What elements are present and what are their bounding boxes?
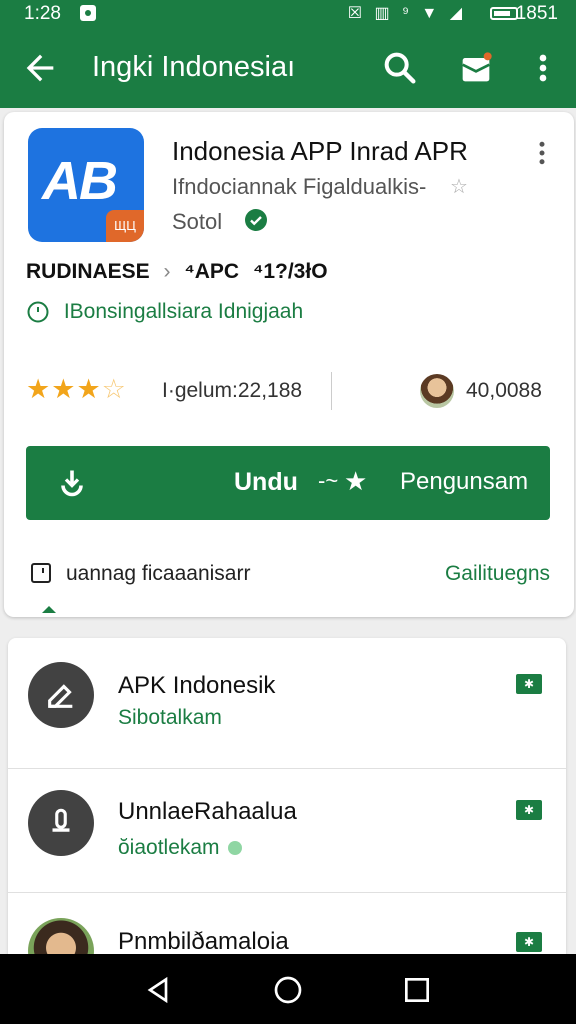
- search-icon[interactable]: [380, 48, 420, 88]
- inbox-icon[interactable]: [456, 48, 496, 88]
- navigation-bar: [0, 954, 576, 1024]
- download-count: 40,0088: [466, 379, 542, 402]
- breadcrumb-item[interactable]: RUDINAESE: [26, 260, 150, 283]
- recents-square-icon[interactable]: [401, 974, 433, 1006]
- status-icons: ☒ ▥ ⁹ ▼ ◢: [347, 5, 466, 22]
- list-item-subtitle: Sibotalkam: [118, 706, 222, 729]
- list-item-icon: [28, 790, 94, 856]
- page-title: Ingki Indonesiaı: [92, 51, 296, 83]
- developer-name[interactable]: Sotol: [172, 209, 222, 235]
- install-secondary-label: Pengunsam: [400, 468, 529, 495]
- list-item[interactable]: APK Indonesik Sibotalkam ✱: [8, 638, 566, 769]
- battery-icon: [490, 7, 518, 20]
- breadcrumb-item[interactable]: ⁴1?/3łO: [253, 260, 328, 283]
- star-outline-icon[interactable]: ☆: [450, 174, 468, 199]
- status-time: 1:28: [24, 3, 61, 24]
- download-icon: [61, 470, 83, 497]
- star-filled-icon: ★: [26, 374, 52, 404]
- star-filled-icon: ★: [344, 466, 368, 496]
- battery-percentage: 1851: [515, 3, 558, 24]
- calendar-icon: [31, 563, 51, 583]
- notification-icon: [80, 5, 96, 21]
- list-item-title: APK Indonesik: [118, 672, 276, 699]
- app-subtitle: Ifndociannak Figaldualkis-: [172, 174, 427, 199]
- status-bar: 1:28 ☒ ▥ ⁹ ▼ ◢ 1851: [0, 0, 576, 28]
- avatar: [420, 374, 454, 408]
- install-label: Undu: [234, 468, 298, 496]
- app-title: Indonesia APP Inrad APR: [172, 136, 468, 166]
- list-item-title: UnnlaeRahaalua: [118, 798, 297, 825]
- app-more-icon[interactable]: [532, 138, 552, 168]
- star-empty-icon: ☆: [101, 374, 127, 404]
- details-text: uannag ficaaanisarr: [66, 562, 251, 585]
- app-bar: Ingki Indonesiaı: [0, 28, 576, 108]
- divider: [331, 372, 332, 410]
- list-item-icon: [28, 662, 94, 728]
- breadcrumb-item[interactable]: ⁴APC: [184, 260, 239, 283]
- list-item[interactable]: UnnlaeRahaalua ŏiaotlekam ✱: [8, 762, 566, 893]
- verified-check-icon: [245, 209, 267, 231]
- list-item-title: Pnmbilðamaloia: [118, 928, 289, 955]
- tab-indicator: [42, 606, 56, 613]
- list-item-badge: ✱: [516, 800, 542, 820]
- breadcrumb-separator: ›: [163, 260, 171, 283]
- back-triangle-icon[interactable]: [142, 974, 174, 1006]
- back-arrow-icon[interactable]: [20, 48, 60, 88]
- app-icon[interactable]: AB ЩЦ: [28, 128, 144, 242]
- overflow-menu-icon[interactable]: [528, 48, 558, 88]
- star-filled-icon: ★: [51, 374, 77, 404]
- clock-icon: [27, 301, 49, 323]
- install-separator: -~: [318, 468, 339, 493]
- app-details-card: AB ЩЦ Indonesia APP Inrad APR Ifndociann…: [4, 112, 574, 617]
- related-apps-list: APK Indonesik Sibotalkam ✱ UnnlaeRahaalu…: [8, 638, 566, 968]
- list-item-subtitle: ŏiaotlekam: [118, 836, 242, 860]
- install-button[interactable]: Undu -~ ★ Pengunsam: [26, 446, 550, 520]
- list-item-badge: ✱: [516, 932, 542, 952]
- app-icon-text: AB: [42, 151, 118, 211]
- microphone-icon: [52, 808, 70, 832]
- edit-icon: [48, 684, 73, 708]
- rating-stars: ★★★☆: [26, 374, 127, 405]
- app-icon-tag: ЩЦ: [106, 210, 144, 242]
- breadcrumb: RUDINAESE › ⁴APC ⁴1?/3łO: [26, 260, 336, 284]
- info-text: IBonsingallsiara Idnigjaah: [63, 300, 304, 323]
- status-dot: [227, 841, 242, 856]
- home-circle-icon[interactable]: [272, 974, 304, 1006]
- star-filled-icon: ★: [76, 374, 102, 404]
- rating-count: I·gelum:22,188: [162, 379, 303, 402]
- details-link[interactable]: Gailituegns: [445, 562, 550, 586]
- list-item-badge: ✱: [516, 674, 542, 694]
- details-row: uannag ficaaanisarr Gailituegns: [26, 560, 550, 592]
- info-line: IBonsingallsiara Idnigjaah: [26, 300, 303, 324]
